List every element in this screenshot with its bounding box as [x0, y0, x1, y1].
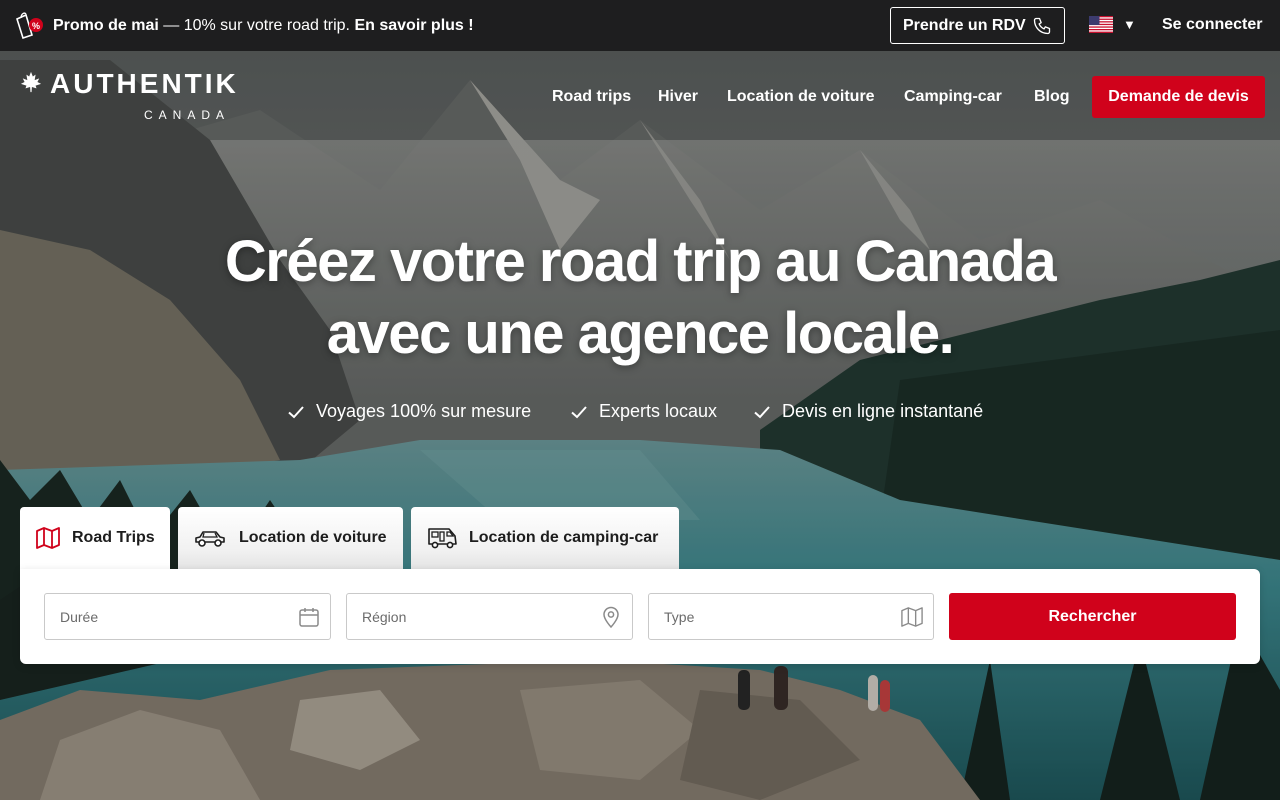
- maple-leaf-icon: [20, 71, 42, 93]
- checkmark-icon: [288, 405, 304, 418]
- language-selector[interactable]: ▼: [1089, 16, 1136, 33]
- duration-input[interactable]: [45, 594, 330, 639]
- nav-camper-van[interactable]: Camping-car: [904, 88, 1002, 106]
- promo-message: Promo de mai — 10% sur votre road trip. …: [53, 17, 474, 35]
- login-link[interactable]: Se connecter: [1162, 16, 1262, 34]
- camper-van-icon: [428, 528, 457, 549]
- us-flag-icon: [1089, 16, 1113, 33]
- tab-label: Location de voiture: [239, 529, 387, 546]
- type-field[interactable]: [648, 593, 934, 640]
- logo-wordmark: AUTHENTIK: [50, 68, 239, 99]
- tab-road-trips[interactable]: Road Trips: [20, 507, 170, 569]
- region-input[interactable]: [347, 594, 632, 639]
- map-icon: [901, 607, 923, 627]
- calendar-icon: [299, 608, 319, 627]
- site-logo[interactable]: AUTHENTIK CANADA: [20, 68, 250, 124]
- quote-request-button[interactable]: Demande de devis: [1092, 76, 1265, 118]
- search-button[interactable]: Rechercher: [949, 593, 1236, 640]
- promo-title: Promo de mai: [53, 17, 159, 34]
- checkmark-icon: [571, 405, 587, 418]
- feature-item: Devis en ligne instantané: [752, 401, 983, 422]
- hero-title-line-2: avec une agence locale.: [326, 301, 955, 366]
- tab-label: Location de camping-car: [469, 529, 659, 546]
- tab-label: Road Trips: [72, 529, 155, 546]
- tab-camper-rental[interactable]: Location de camping-car: [411, 507, 679, 569]
- nav-car-rental[interactable]: Location de voiture: [727, 88, 875, 106]
- tab-car-rental[interactable]: Location de voiture: [178, 507, 403, 569]
- logo-subtitle: CANADA: [144, 108, 231, 122]
- feature-item: Voyages 100% sur mesure: [286, 401, 531, 422]
- feature-label: Devis en ligne instantané: [782, 401, 984, 421]
- promo-text: 10% sur votre road trip.: [183, 17, 350, 34]
- nav-road-trips[interactable]: Road trips: [552, 88, 631, 106]
- promo-separator: —: [158, 17, 184, 34]
- region-field[interactable]: [346, 593, 633, 640]
- duration-field[interactable]: [44, 593, 331, 640]
- chevron-down-icon: ▼: [1123, 17, 1136, 32]
- type-input[interactable]: [649, 594, 933, 639]
- book-appointment-label: Prendre un RDV: [903, 16, 1026, 34]
- phone-icon: [1033, 17, 1051, 35]
- nav-blog[interactable]: Blog: [1034, 88, 1070, 106]
- feature-label: Experts locaux: [599, 401, 718, 421]
- promo-tag-icon: %: [16, 12, 43, 39]
- search-form: Rechercher: [20, 569, 1260, 664]
- map-icon: [36, 527, 60, 549]
- nav-winter[interactable]: Hiver: [658, 88, 698, 106]
- hero-title: Créez votre road trip au Canada avec une…: [140, 226, 1140, 370]
- promo-link[interactable]: En savoir plus !: [354, 17, 473, 34]
- car-icon: [195, 531, 225, 547]
- promo-bar: % Promo de mai — 10% sur votre road trip…: [0, 0, 1280, 51]
- svg-text:%: %: [32, 21, 40, 31]
- feature-item: Experts locaux: [569, 401, 717, 422]
- feature-label: Voyages 100% sur mesure: [316, 401, 532, 421]
- checkmark-icon: [754, 405, 770, 418]
- book-appointment-button[interactable]: Prendre un RDV: [890, 7, 1065, 44]
- hero-title-line-1: Créez votre road trip au Canada: [224, 229, 1057, 294]
- location-pin-icon: [603, 606, 619, 628]
